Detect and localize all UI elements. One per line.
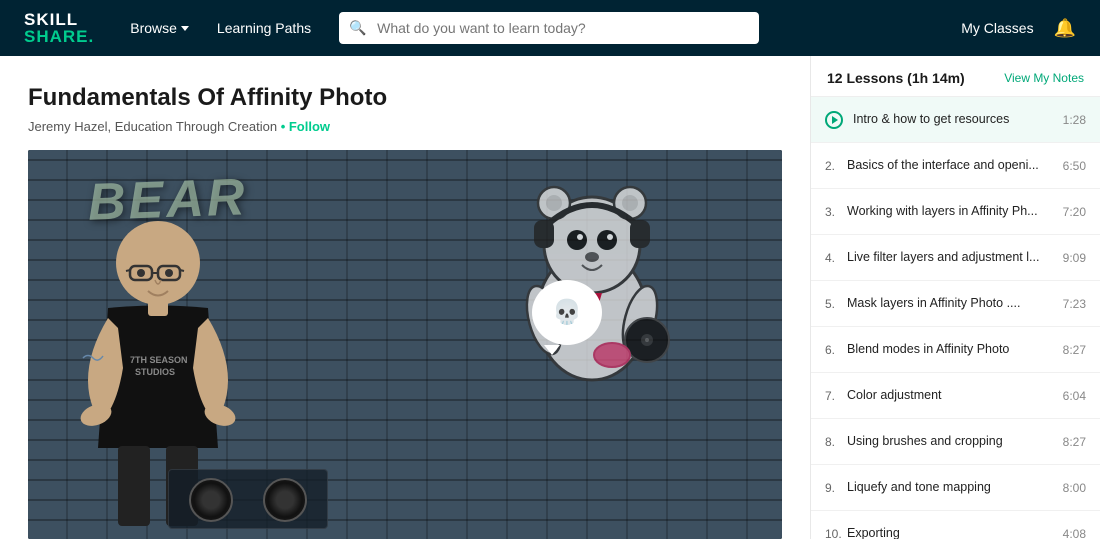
author-name: Jeremy Hazel, Education Through Creation [28,119,277,134]
lesson-item[interactable]: 3. Working with layers in Affinity Ph... 7… [811,189,1100,235]
learning-paths-label: Learning Paths [217,20,311,36]
my-classes-link[interactable]: My Classes [961,20,1033,36]
lesson-title: Blend modes in Affinity Photo [847,341,1053,357]
lessons-header: 12 Lessons (1h 14m) View My Notes [811,56,1100,97]
logo[interactable]: SKILL SHARE. [24,11,94,45]
view-notes-link[interactable]: View My Notes [1004,71,1084,85]
lesson-number: 4. [825,251,837,265]
bear-figure [492,165,742,435]
lesson-number: 10. [825,527,837,539]
lesson-title: Using brushes and cropping [847,433,1053,449]
browse-menu[interactable]: Browse [130,20,189,36]
lesson-item[interactable]: 4. Live filter layers and adjustment l...… [811,235,1100,281]
lesson-item[interactable]: 6. Blend modes in Affinity Photo 8:27 [811,327,1100,373]
search-bar: 🔍 [339,12,759,44]
lesson-title: Liquefy and tone mapping [847,479,1053,495]
browse-chevron-icon [181,26,189,31]
lesson-play-icon [825,111,843,129]
lesson-item[interactable]: 8. Using brushes and cropping 8:27 [811,419,1100,465]
main-content: Fundamentals Of Affinity Photo Jeremy Ha… [0,56,1100,539]
svg-text:7TH SEASON: 7TH SEASON [130,355,188,365]
lesson-number: 5. [825,297,837,311]
lesson-number: 9. [825,481,837,495]
search-icon: 🔍 [349,20,366,37]
lesson-item[interactable]: 10. Exporting 4:08 [811,511,1100,539]
speech-bubble: 💀 [532,280,602,345]
lessons-count: 12 Lessons (1h 14m) [827,70,965,86]
lesson-number: 6. [825,343,837,357]
lesson-item[interactable]: 9. Liquefy and tone mapping 8:00 [811,465,1100,511]
left-panel: Fundamentals Of Affinity Photo Jeremy Ha… [0,56,810,539]
play-triangle-icon [832,116,838,124]
lesson-duration: 4:08 [1063,527,1086,539]
lesson-title: Mask layers in Affinity Photo .... [847,295,1053,311]
turntable [168,469,328,529]
lesson-duration: 7:20 [1063,205,1086,219]
lesson-number: 7. [825,389,837,403]
video-scene: BEAR [28,150,782,539]
lesson-duration: 8:27 [1063,343,1086,357]
right-panel: 12 Lessons (1h 14m) View My Notes Intro … [810,56,1100,539]
lesson-duration: 6:04 [1063,389,1086,403]
lesson-duration: 9:09 [1063,251,1086,265]
lesson-item[interactable]: 5. Mask layers in Affinity Photo .... 7:23 [811,281,1100,327]
lesson-title: Intro & how to get resources [853,111,1053,127]
video-player[interactable]: BEAR [28,150,782,539]
nav-right: My Classes 🔔 [961,18,1076,39]
course-author: Jeremy Hazel, Education Through Creation… [28,119,782,134]
lesson-number: 8. [825,435,837,449]
lesson-duration: 8:27 [1063,435,1086,449]
follow-link[interactable]: • Follow [281,119,330,134]
logo-skill-text: SKILL [24,11,94,28]
lesson-title: Working with layers in Affinity Ph... [847,203,1053,219]
notification-bell-icon[interactable]: 🔔 [1054,18,1076,39]
lessons-list: Intro & how to get resources 1:28 2. Basics… [811,97,1100,539]
lesson-item[interactable]: 7. Color adjustment 6:04 [811,373,1100,419]
turntable-disc-right [263,478,307,522]
lesson-duration: 6:50 [1063,159,1086,173]
lesson-title: Color adjustment [847,387,1053,403]
course-title: Fundamentals Of Affinity Photo [28,84,782,113]
browse-label: Browse [130,20,177,36]
svg-text:STUDIOS: STUDIOS [135,367,175,377]
search-input[interactable] [339,12,759,44]
lesson-duration: 8:00 [1063,481,1086,495]
lesson-number: 3. [825,205,837,219]
lesson-number: 2. [825,159,837,173]
logo-share-text: SHARE. [24,28,94,45]
lesson-duration: 7:23 [1063,297,1086,311]
lesson-title: Live filter layers and adjustment l... [847,249,1053,265]
lesson-title: Basics of the interface and openi... [847,157,1053,173]
navbar: SKILL SHARE. Browse Learning Paths 🔍 My … [0,0,1100,56]
lesson-item[interactable]: Intro & how to get resources 1:28 [811,97,1100,143]
learning-paths-link[interactable]: Learning Paths [217,20,311,36]
lesson-title: Exporting [847,525,1053,539]
lesson-item[interactable]: 2. Basics of the interface and openi... 6:… [811,143,1100,189]
turntable-disc-left [189,478,233,522]
lesson-duration: 1:28 [1063,113,1086,127]
